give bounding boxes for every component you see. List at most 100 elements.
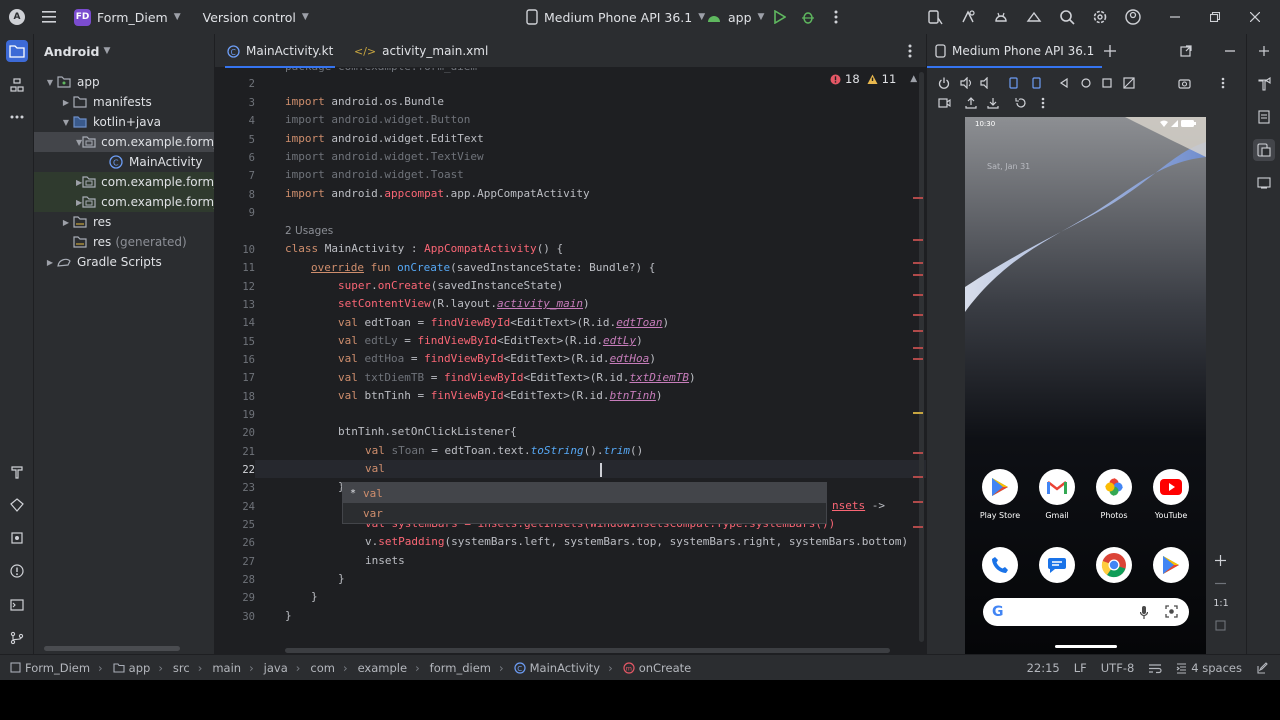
line-number[interactable]: 3 — [215, 97, 255, 109]
line-number[interactable]: 5 — [215, 134, 255, 146]
maximize-button[interactable] — [1204, 6, 1226, 28]
gradle-tool-button[interactable] — [1253, 73, 1275, 95]
tree-item-mainactivity[interactable]: C MainActivity — [34, 152, 214, 172]
code-editor[interactable]: 2 3 4 5 6 7 8 9 10 11 12 13 14 15 16 17 18 19 20 21 22 23 24 25… — [215, 68, 926, 654]
caret-position[interactable]: 22:15 — [1027, 661, 1060, 675]
tree-item-package-main[interactable]: ▼ com.example.form_d — [34, 132, 214, 152]
device-selector[interactable]: Medium Phone API 36.1 ▼ — [520, 0, 711, 34]
error-stripe-mark[interactable] — [913, 197, 923, 199]
app-photos[interactable]: Photos — [1088, 469, 1140, 520]
fold-button[interactable] — [1120, 74, 1138, 92]
line-number[interactable]: 16 — [215, 354, 255, 366]
line-number[interactable]: 24 — [215, 501, 255, 513]
run-button[interactable] — [769, 6, 791, 28]
more-tools-button[interactable] — [6, 106, 28, 128]
error-stripe-mark[interactable] — [913, 314, 923, 316]
app-play-store[interactable]: Play Store — [974, 469, 1026, 520]
tree-item-res-generated[interactable]: res (generated) — [34, 232, 214, 252]
line-number[interactable]: 22 — [215, 464, 255, 476]
error-stripe-mark[interactable] — [913, 526, 923, 528]
search-button[interactable] — [1056, 6, 1078, 28]
problems-tool-button[interactable] — [6, 560, 28, 582]
breadcrumb-method[interactable]: m onCreate — [613, 661, 691, 675]
tree-item-res[interactable]: ▶ res — [34, 212, 214, 232]
error-stripe-mark[interactable] — [913, 452, 923, 454]
gemini-button[interactable] — [957, 6, 979, 28]
snapshot-button[interactable] — [1012, 94, 1030, 112]
rotate-right-button[interactable] — [1027, 74, 1045, 92]
line-number[interactable]: 4 — [215, 115, 255, 127]
completion-item-var[interactable]: var — [343, 503, 826, 523]
gemini-tool-button[interactable] — [6, 494, 28, 516]
volume-up-button[interactable] — [957, 74, 975, 92]
tree-item-kotlin-java[interactable]: ▼ kotlin+java — [34, 112, 214, 132]
project-view-selector[interactable]: Android ▼ — [34, 34, 214, 68]
line-number[interactable]: 26 — [215, 537, 255, 549]
usages-hint[interactable]: 2 Usages — [285, 225, 333, 237]
dock-chrome[interactable] — [1096, 547, 1132, 583]
code-with-me-button[interactable] — [1023, 6, 1045, 28]
zoom-out-button[interactable] — [1211, 574, 1229, 592]
error-stripe-mark[interactable] — [913, 358, 923, 360]
tree-item-app[interactable]: ▼ app — [34, 72, 214, 92]
terminal-tool-button[interactable] — [6, 594, 28, 616]
hide-panel-button[interactable] — [1221, 42, 1239, 60]
error-stripe-mark[interactable] — [913, 501, 923, 503]
tree-item-package-test[interactable]: ▶ com.example.form_d — [34, 192, 214, 212]
line-number[interactable]: 14 — [215, 317, 255, 329]
line-number[interactable]: 12 — [215, 281, 255, 293]
horizontal-scrollbar[interactable] — [44, 646, 180, 651]
tree-item-package-android-test[interactable]: ▶ com.example.form_d — [34, 172, 214, 192]
horizontal-scrollbar[interactable] — [285, 648, 890, 653]
line-number[interactable]: 17 — [215, 372, 255, 384]
tree-item-manifests[interactable]: ▶ manifests — [34, 92, 214, 112]
line-number[interactable]: 27 — [215, 556, 255, 568]
main-menu-button[interactable] — [34, 0, 64, 34]
breadcrumb-package[interactable]: form_diem — [420, 661, 491, 675]
overview-button[interactable] — [1098, 74, 1116, 92]
error-stripe-mark[interactable] — [913, 239, 923, 241]
extended-controls-button[interactable] — [1214, 74, 1232, 92]
line-number[interactable]: 7 — [215, 170, 255, 182]
vertical-scrollbar[interactable] — [919, 72, 924, 642]
app-inspection-button[interactable] — [6, 527, 28, 549]
line-number[interactable]: 29 — [215, 592, 255, 604]
dock-phone[interactable] — [982, 547, 1018, 583]
line-number[interactable]: 18 — [215, 391, 255, 403]
dock-play-store[interactable] — [1153, 547, 1189, 583]
line-number[interactable]: 25 — [215, 519, 255, 531]
open-in-window-button[interactable] — [1177, 42, 1195, 60]
vcs-selector[interactable]: Version control ▼ — [187, 0, 315, 34]
close-button[interactable] — [1244, 6, 1266, 28]
layout-inspector-button[interactable] — [1253, 106, 1275, 128]
error-stripe-mark[interactable] — [913, 274, 923, 276]
power-button[interactable] — [935, 74, 953, 92]
add-device-button[interactable] — [1101, 42, 1119, 60]
tab-options-button[interactable] — [899, 40, 921, 62]
gesture-nav-handle[interactable] — [1055, 645, 1117, 648]
line-separator[interactable]: LF — [1074, 661, 1087, 675]
running-devices-tool-button[interactable] — [1253, 139, 1275, 161]
breadcrumb-com[interactable]: com — [300, 661, 335, 675]
file-encoding[interactable]: UTF-8 — [1101, 661, 1135, 675]
error-stripe-mark[interactable] — [913, 262, 923, 264]
tab-activity-main-xml[interactable]: </> activity_main.xml — [354, 34, 488, 68]
volume-down-button[interactable] — [977, 74, 995, 92]
sdk-manager-button[interactable] — [990, 6, 1012, 28]
line-number[interactable]: 23 — [215, 482, 255, 494]
notifications-button[interactable] — [1253, 40, 1275, 62]
app-logo[interactable]: A — [0, 0, 34, 34]
error-stripe-mark[interactable] — [913, 347, 923, 349]
download-button[interactable] — [984, 94, 1002, 112]
line-number[interactable]: 10 — [215, 244, 255, 256]
structure-tool-button[interactable] — [6, 74, 28, 96]
device-tab[interactable]: Medium Phone API 36.1 — [927, 34, 1103, 68]
build-tool-button[interactable] — [6, 461, 28, 483]
line-number[interactable]: 6 — [215, 152, 255, 164]
warning-stripe-mark[interactable] — [913, 412, 923, 414]
wrap-icon[interactable] — [1148, 663, 1162, 674]
breadcrumb-main[interactable]: main — [202, 661, 241, 675]
line-number[interactable]: 9 — [215, 207, 255, 219]
home-date[interactable]: Sat, Jan 31 — [987, 162, 1030, 171]
breadcrumb-project[interactable]: Form_Diem — [0, 661, 90, 675]
